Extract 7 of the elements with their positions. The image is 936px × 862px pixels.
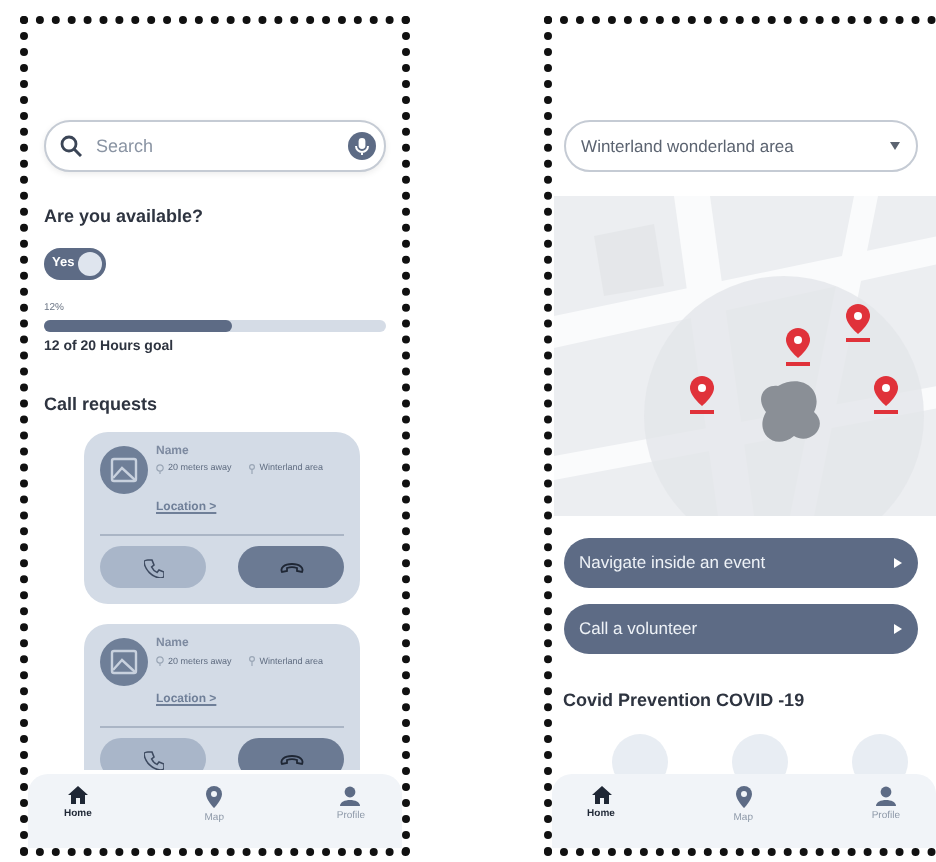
area-dropdown[interactable]: Winterland wonderland area [563,120,918,172]
section-title: Covid Prevention COVID -19 [563,688,807,714]
search-field[interactable]: Search [44,120,386,172]
action-button[interactable]: Navigate inside an event [563,538,918,588]
availability-question: Are you available? [44,204,206,230]
action-button[interactable]: Call a volunteer [563,604,918,654]
section-title: Call requests [44,391,160,418]
